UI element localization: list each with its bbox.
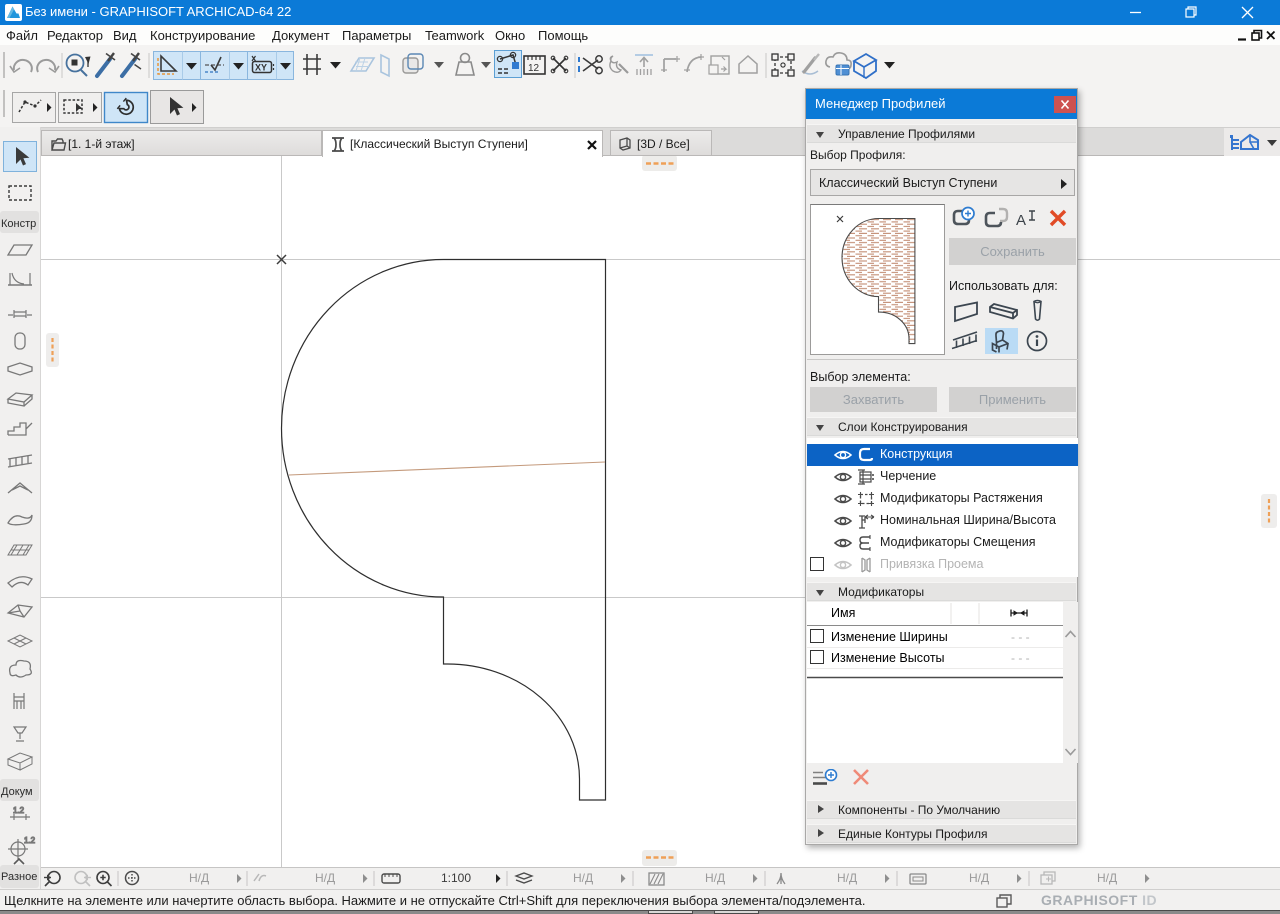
svg-text:Констр: Констр [1,218,36,230]
svg-text:A: A [1016,212,1026,229]
svg-text:Н/Д: Н/Д [705,871,725,885]
svg-text:1:100: 1:100 [441,871,471,885]
svg-text:Н/Д: Н/Д [1097,871,1117,885]
svg-text:Н/Д: Н/Д [315,871,335,885]
svg-text:12: 12 [528,63,540,74]
svg-text:Разное: Разное [1,871,37,883]
svg-text:Н/Д: Н/Д [189,871,209,885]
svg-text:Н/Д: Н/Д [969,871,989,885]
svg-text:1.2: 1.2 [24,836,36,845]
svg-text:XY: XY [255,63,267,73]
svg-text:Н/Д: Н/Д [573,871,593,885]
svg-text:Докум: Докум [1,786,33,798]
svg-text:1.2: 1.2 [13,806,25,815]
svg-text:Н/Д: Н/Д [837,871,857,885]
